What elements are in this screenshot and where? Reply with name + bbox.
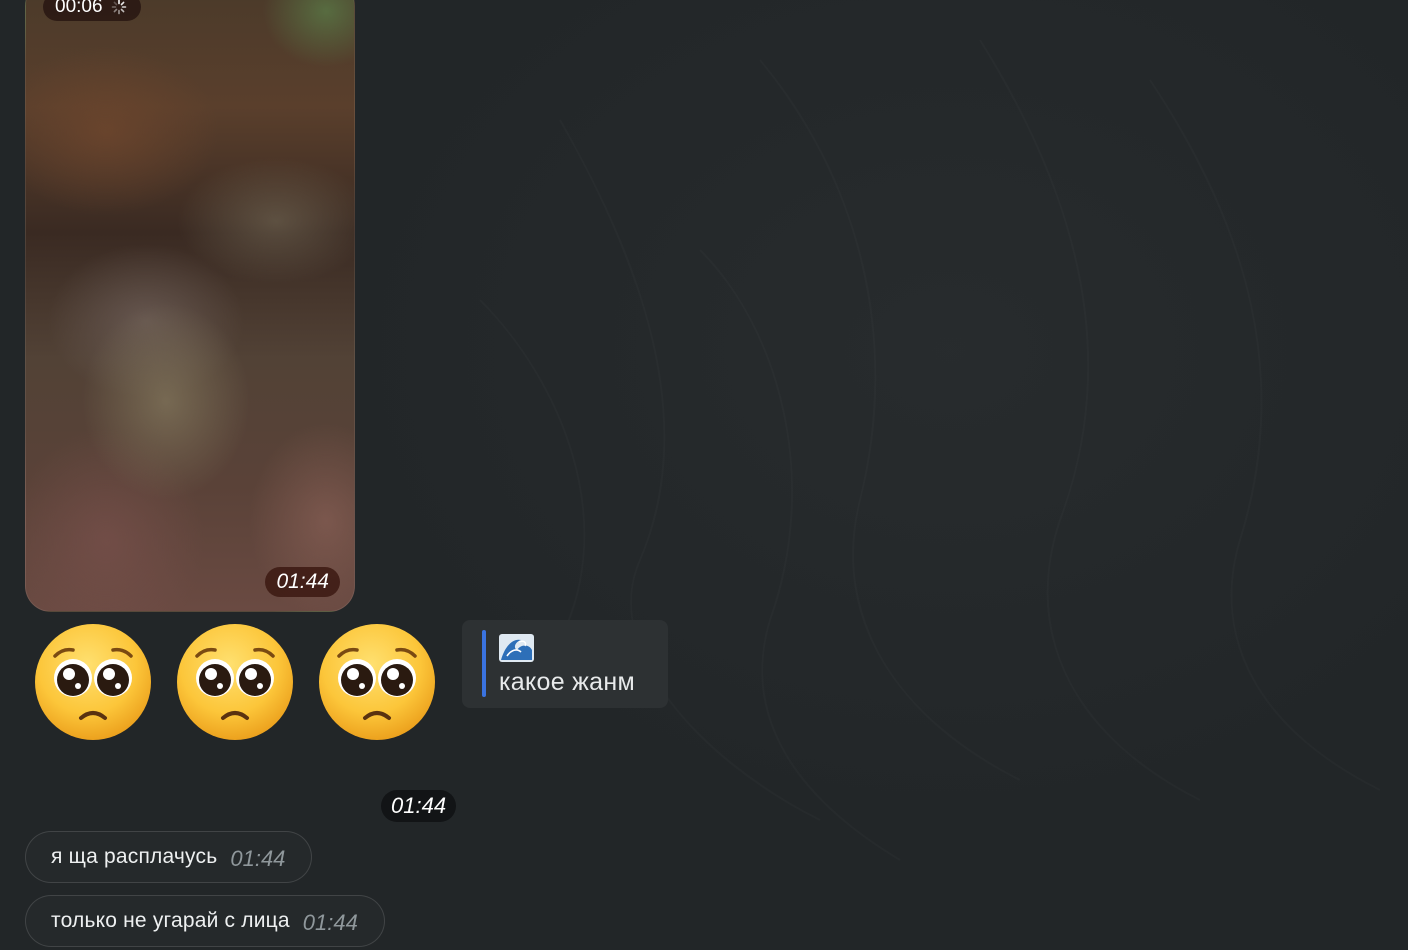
- message-text: только не угарай с лица: [51, 909, 290, 932]
- video-duration: 00:06: [55, 0, 103, 17]
- pleading-face-icon: [35, 624, 151, 740]
- wave-icon: [499, 634, 534, 662]
- loading-spinner-icon: [111, 0, 126, 15]
- video-message[interactable]: 00:06 01:44: [25, 0, 355, 612]
- message-timestamp: 01:44: [302, 910, 358, 935]
- message-bubble[interactable]: только не угарай с лица 01:44: [25, 895, 385, 947]
- message-timestamp: 01:44: [230, 846, 286, 871]
- reply-accent-bar: [482, 630, 486, 697]
- reply-text: какое жанм: [499, 668, 635, 696]
- chat-area: 00:06 01:44 какое жанм 01:44 я ща распла…: [0, 0, 1408, 950]
- video-duration-badge: 00:06: [43, 0, 141, 21]
- message-bubble[interactable]: я ща расплачусь 01:44: [25, 831, 313, 883]
- pleading-face-icon: [177, 624, 293, 740]
- video-timestamp: 01:44: [265, 567, 340, 597]
- reply-preview[interactable]: какое жанм: [462, 620, 668, 708]
- pleading-face-icon: [319, 624, 435, 740]
- emoji-message-timestamp: 01:44: [381, 790, 457, 822]
- message-text: я ща расплачусь: [51, 845, 218, 868]
- emoji-message[interactable]: [33, 622, 437, 742]
